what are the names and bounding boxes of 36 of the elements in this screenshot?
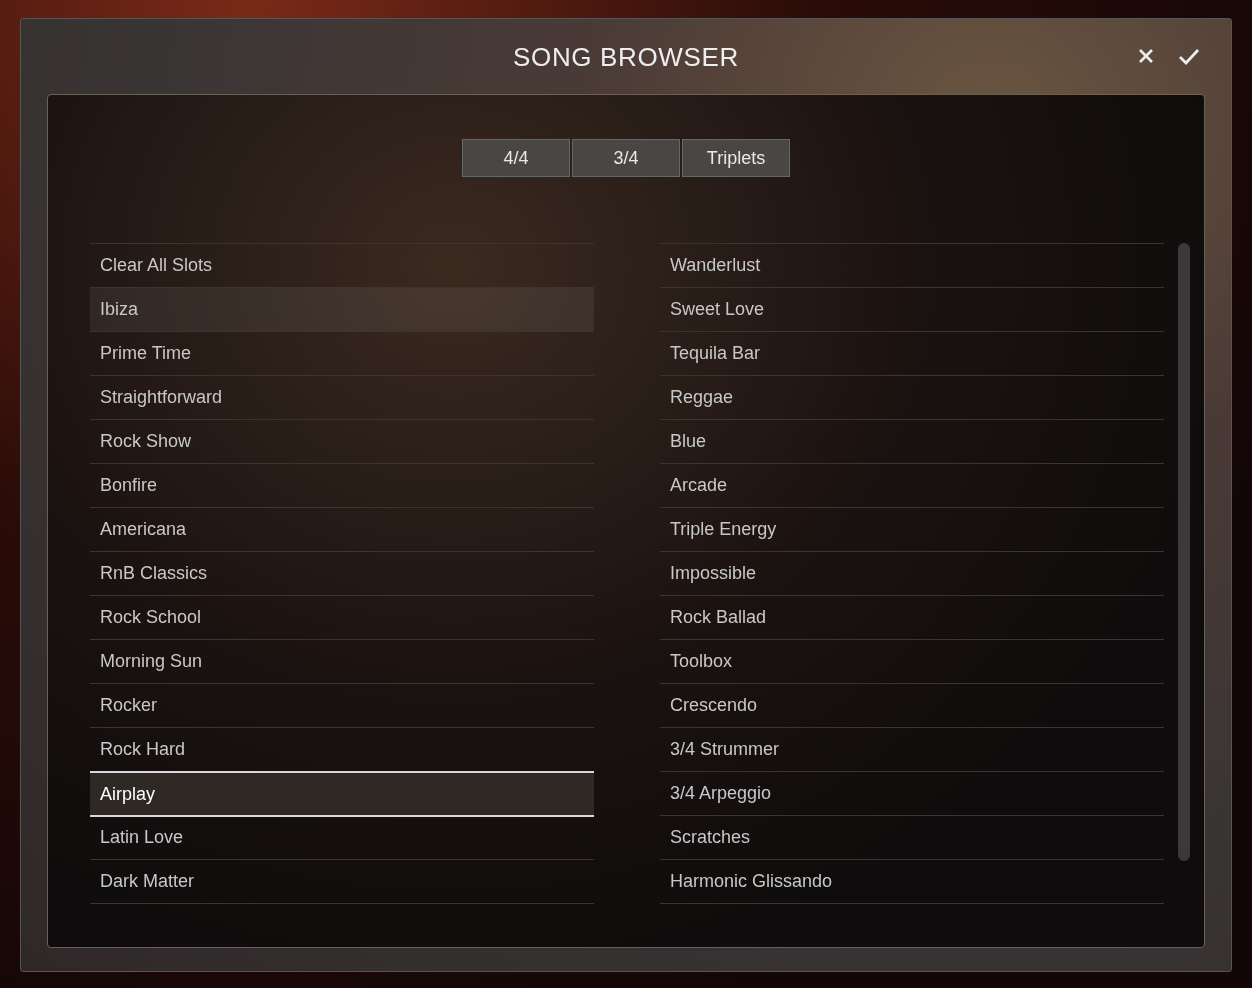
song-item[interactable]: Bonfire [90, 464, 594, 508]
check-icon [1178, 47, 1200, 65]
song-item[interactable]: Rocker [90, 684, 594, 728]
song-item[interactable]: Rock School [90, 596, 594, 640]
song-item[interactable]: Blue [660, 420, 1164, 464]
scrollbar[interactable] [1178, 243, 1190, 861]
song-item[interactable]: Wanderlust [660, 244, 1164, 288]
song-item[interactable]: Rock Show [90, 420, 594, 464]
song-item[interactable]: Clear All Slots [90, 244, 594, 288]
meter-tab[interactable]: 3/4 [572, 139, 680, 177]
song-item[interactable]: Latin Love [90, 816, 594, 860]
song-item[interactable]: Rock Ballad [660, 596, 1164, 640]
song-item[interactable]: Dark Matter [90, 860, 594, 904]
song-item[interactable]: Americana [90, 508, 594, 552]
meter-tab[interactable]: 4/4 [462, 139, 570, 177]
song-item[interactable]: Scratches [660, 816, 1164, 860]
close-icon [1137, 47, 1155, 65]
song-item[interactable]: Ibiza [90, 288, 594, 332]
song-item[interactable]: Straightforward [90, 376, 594, 420]
song-item[interactable]: Harmonic Glissando [660, 860, 1164, 904]
song-item[interactable]: Impossible [660, 552, 1164, 596]
song-item[interactable]: Morning Sun [90, 640, 594, 684]
song-item[interactable]: Reggae [660, 376, 1164, 420]
song-item[interactable]: Toolbox [660, 640, 1164, 684]
meter-tab[interactable]: Triplets [682, 139, 790, 177]
song-item[interactable]: Sweet Love [660, 288, 1164, 332]
song-item[interactable]: Airplay [90, 771, 594, 817]
song-item[interactable]: 3/4 Strummer [660, 728, 1164, 772]
song-item[interactable]: Tequila Bar [660, 332, 1164, 376]
song-item[interactable]: 3/4 Arpeggio [660, 772, 1164, 816]
song-item[interactable]: RnB Classics [90, 552, 594, 596]
song-item[interactable]: Prime Time [90, 332, 594, 376]
song-item[interactable]: Arcade [660, 464, 1164, 508]
window-title: SONG BROWSER [513, 41, 739, 74]
song-item[interactable]: Crescendo [660, 684, 1164, 728]
song-item[interactable]: Triple Energy [660, 508, 1164, 552]
